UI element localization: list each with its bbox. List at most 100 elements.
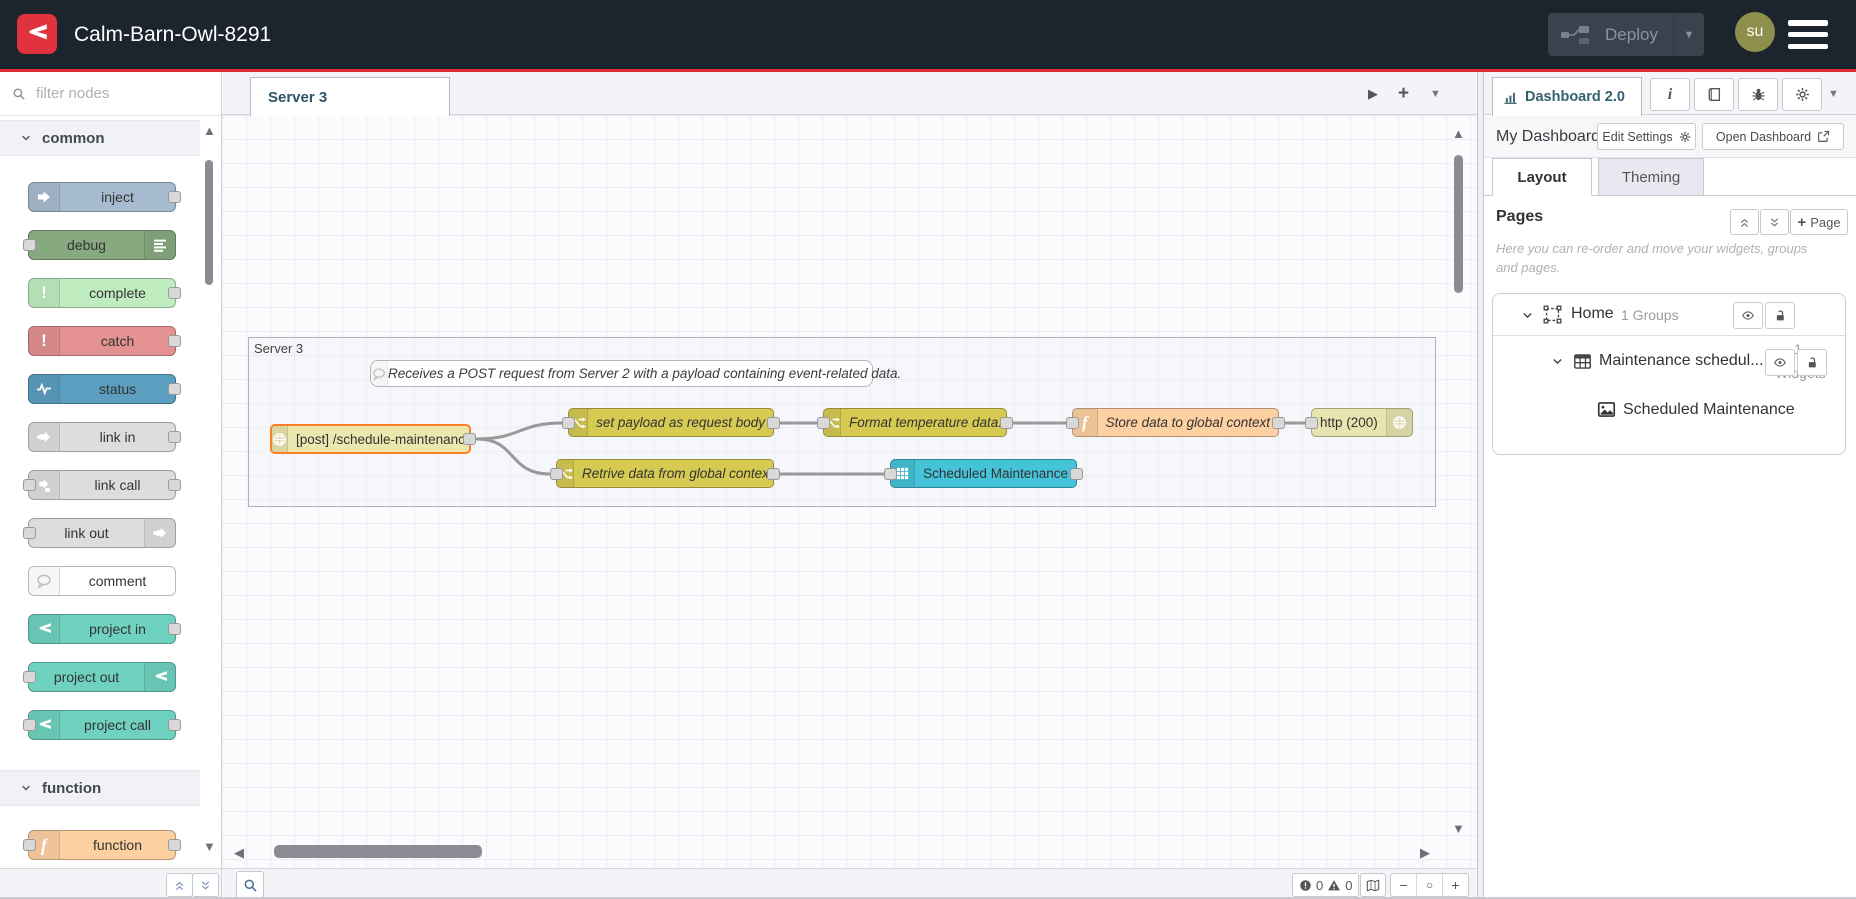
palette-category-common[interactable]: common	[0, 120, 200, 156]
palette-node-link-call[interactable]: link call	[23, 470, 181, 500]
chevron-down-icon[interactable]	[1521, 309, 1534, 322]
notification-counters[interactable]: 0 0	[1292, 873, 1360, 897]
eye-icon	[1742, 311, 1754, 320]
expand-all-button[interactable]	[192, 873, 219, 897]
add-page-button[interactable]: + Page	[1790, 209, 1848, 235]
minimap-button[interactable]	[1360, 873, 1386, 897]
palette-node-link-in[interactable]: link in	[28, 422, 181, 452]
palette-node-status[interactable]: status	[28, 374, 181, 404]
move-down-button[interactable]	[1760, 209, 1789, 235]
tree-row-page-home[interactable]: Home 1 Groups	[1493, 294, 1845, 336]
sidebar-tabbar: Dashboard 2.0 i ▼	[1484, 72, 1856, 116]
flow-list-caret[interactable]: ▼	[1430, 72, 1441, 115]
palette-node-debug[interactable]: debug	[23, 230, 176, 260]
flow-node-http-response[interactable]: http (200)	[1305, 408, 1413, 437]
palette-search[interactable]	[0, 72, 221, 116]
zoom-reset-button[interactable]: ○	[1416, 874, 1442, 896]
canvas-scroll-up-arrow[interactable]: ▲	[1452, 127, 1465, 140]
map-icon	[1366, 879, 1380, 891]
palette-node-inject[interactable]: inject	[28, 182, 181, 212]
main-menu-button[interactable]	[1788, 20, 1828, 49]
tab-dashboard-2[interactable]: Dashboard 2.0	[1492, 77, 1642, 116]
sidebar-options-caret[interactable]: ▼	[1828, 78, 1839, 109]
debug-tab-button[interactable]	[1738, 78, 1778, 111]
palette-node-project-out[interactable]: project out	[23, 662, 176, 692]
flow-node-function-store-data[interactable]: f Store data to global context	[1066, 408, 1285, 437]
palette-filter-input[interactable]	[34, 84, 188, 103]
output-port[interactable]	[767, 416, 780, 429]
sidebar-splitter[interactable]	[1477, 72, 1484, 897]
flow-node-change-retrive-data[interactable]: Retrive data from global context	[550, 459, 780, 488]
chevron-down-icon[interactable]	[1551, 355, 1564, 368]
output-port[interactable]	[1272, 416, 1285, 429]
flow-node-http-in[interactable]: [post] /schedule-maintenance	[270, 424, 476, 454]
open-dashboard-button[interactable]: Open Dashboard	[1702, 123, 1844, 150]
palette-node-comment[interactable]: comment	[28, 566, 176, 596]
lock-toggle-button[interactable]	[1765, 302, 1795, 329]
canvas-scroll-left-arrow[interactable]: ◀	[234, 846, 244, 859]
zoom-out-button[interactable]: −	[1391, 874, 1416, 896]
canvas-vertical-scrollbar-thumb[interactable]	[1454, 155, 1463, 293]
project-title: Calm-Barn-Owl-8291	[74, 22, 272, 46]
canvas-footer: 0 0 − ○ +	[222, 868, 1477, 897]
input-port[interactable]	[562, 416, 575, 429]
flow-canvas[interactable]: Server 3 Receives a POST request from Se…	[222, 115, 1477, 868]
zoom-in-button[interactable]: +	[1442, 874, 1468, 896]
input-port[interactable]	[1066, 416, 1079, 429]
edit-settings-button[interactable]: Edit Settings	[1597, 123, 1696, 150]
project-logo-icon	[144, 663, 175, 691]
add-flow-button[interactable]: +	[1398, 72, 1409, 115]
config-nodes-tab-button[interactable]	[1782, 78, 1822, 111]
tab-theming[interactable]: Theming	[1598, 158, 1704, 196]
deploy-label: Deploy	[1605, 24, 1658, 44]
flow-node-change-set-payload[interactable]: set payload as request body	[562, 408, 780, 437]
palette-node-project-in[interactable]: project in	[28, 614, 181, 644]
visibility-toggle-button[interactable]	[1733, 302, 1763, 329]
output-port[interactable]	[463, 433, 476, 445]
node-palette: common inject debug ! complete ! catch s…	[0, 72, 222, 897]
canvas-search-button[interactable]	[236, 871, 264, 897]
visibility-toggle-button[interactable]	[1765, 349, 1795, 376]
palette-node-link-out[interactable]: link out	[23, 518, 176, 548]
tab-scroll-right-icon[interactable]: ▶	[1368, 72, 1378, 115]
input-port[interactable]	[884, 467, 897, 480]
gear-icon	[1679, 131, 1690, 142]
deploy-options-caret[interactable]: ▼	[1673, 13, 1704, 56]
chevron-down-icon	[22, 135, 30, 141]
flow-node-ui-table[interactable]: Scheduled Maintenance	[884, 459, 1083, 488]
canvas-horizontal-scrollbar-thumb[interactable]	[274, 845, 482, 858]
input-port[interactable]	[550, 467, 563, 480]
info-tab-button[interactable]: i	[1650, 78, 1690, 111]
canvas-scroll-right-arrow[interactable]: ▶	[1420, 846, 1430, 859]
gear-icon	[1795, 88, 1809, 101]
palette-node-catch[interactable]: ! catch	[28, 326, 181, 356]
tree-row-group-maintenance[interactable]: 1 Widgets Maintenance schedul...	[1493, 336, 1845, 388]
tree-row-widget-scheduled-maintenance[interactable]: Scheduled Maintenance	[1493, 388, 1845, 434]
input-port[interactable]	[817, 416, 830, 429]
palette-scrollbar-thumb[interactable]	[205, 160, 213, 285]
collapse-all-button[interactable]	[166, 873, 193, 897]
palette-node-function[interactable]: f function	[23, 830, 181, 860]
flow-node-comment[interactable]: Receives a POST request from Server 2 wi…	[370, 360, 901, 387]
palette-category-function[interactable]: function	[0, 770, 200, 806]
input-port[interactable]	[1305, 416, 1318, 429]
deploy-button[interactable]: Deploy ▼	[1548, 13, 1704, 56]
dashboard-subtabs: Layout Theming	[1484, 158, 1856, 196]
help-tab-button[interactable]	[1694, 78, 1734, 111]
flow-tab-server-3[interactable]: Server 3	[250, 77, 450, 116]
palette-node-project-call[interactable]: project call	[23, 710, 181, 740]
palette-node-complete[interactable]: ! complete	[28, 278, 181, 308]
output-port[interactable]	[1070, 467, 1083, 480]
user-avatar[interactable]: su	[1735, 12, 1775, 52]
move-up-button[interactable]	[1730, 209, 1759, 235]
canvas-scroll-down-arrow[interactable]: ▼	[1452, 822, 1465, 835]
tab-layout[interactable]: Layout	[1492, 158, 1592, 196]
output-port[interactable]	[767, 467, 780, 480]
palette-scroll-up-arrow[interactable]: ▲	[203, 124, 216, 137]
output-port	[168, 623, 181, 635]
zoom-controls: − ○ +	[1390, 873, 1469, 897]
lock-toggle-button[interactable]	[1797, 349, 1827, 376]
flow-node-change-format-temperature[interactable]: Format temperature data.	[817, 408, 1013, 437]
output-port[interactable]	[1000, 416, 1013, 429]
palette-scroll-down-arrow[interactable]: ▼	[203, 840, 216, 853]
